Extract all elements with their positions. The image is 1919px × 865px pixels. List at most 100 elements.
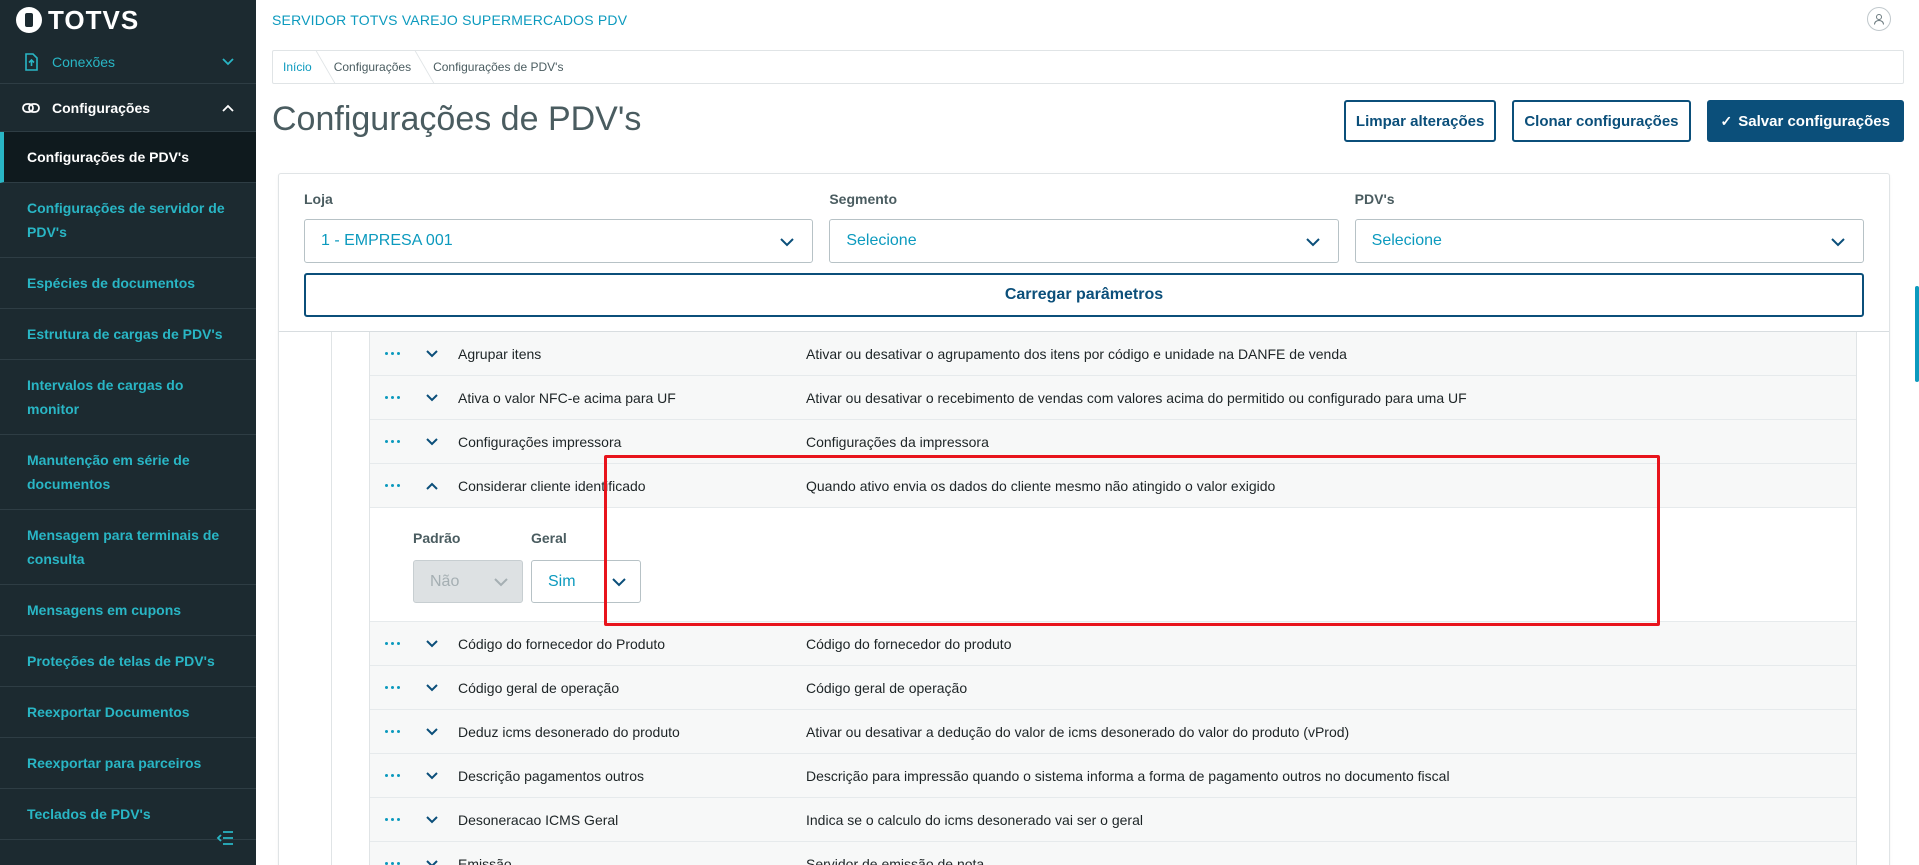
segmento-select[interactable]: Selecione: [829, 219, 1339, 263]
chevron-up-icon: [220, 100, 236, 116]
clone-config-button[interactable]: Clonar configurações: [1512, 100, 1691, 142]
collapse-menu-icon[interactable]: [216, 831, 236, 849]
chevron-down-icon[interactable]: [412, 437, 452, 447]
geral-label: Geral: [531, 530, 567, 546]
breadcrumb-inicio[interactable]: Início: [283, 60, 334, 74]
param-row[interactable]: Desoneracao ICMS Geral Indica se o calcu…: [370, 798, 1856, 842]
padrao-select-value: Não: [430, 572, 460, 590]
sidebar-item-especies-documentos[interactable]: Espécies de documentos: [0, 258, 256, 309]
menu-group-configuracoes[interactable]: Configurações: [0, 84, 256, 132]
param-description: Código geral de operação: [806, 679, 968, 696]
sidebar-item-manutencao-serie[interactable]: Manutenção em série de documentos: [0, 435, 256, 510]
param-name: Descrição pagamentos outros: [458, 767, 644, 784]
sidebar-item-reexportar-documentos[interactable]: Reexportar Documentos: [0, 687, 256, 738]
sidebar-item-estrutura-cargas[interactable]: Estrutura de cargas de PDV's: [0, 309, 256, 360]
menu-group-label: Configurações: [52, 99, 151, 116]
param-detail-panel: Padrão Não Geral Sim: [370, 508, 1856, 622]
param-description: Ativar ou desativar o recebimento de ven…: [806, 389, 1467, 406]
param-name: Código geral de operação: [458, 679, 620, 696]
save-config-button[interactable]: ✓ Salvar configurações: [1706, 100, 1904, 142]
submenu-configuracoes: Configurações de PDV's Configurações de …: [0, 132, 256, 840]
sidebar-item-mensagem-terminais[interactable]: Mensagem para terminais de consulta: [0, 510, 256, 585]
more-options-icon[interactable]: [372, 352, 412, 355]
app-title: SERVIDOR TOTVS VAREJO SUPERMERCADOS PDV: [272, 12, 628, 28]
chevron-down-icon[interactable]: [412, 727, 452, 737]
filter-segmento-label: Segmento: [829, 191, 898, 207]
param-name: Ativa o valor NFC-e acima para UF: [458, 389, 676, 406]
more-options-icon[interactable]: [372, 686, 412, 689]
param-row[interactable]: Agrupar itens Ativar ou desativar o agru…: [370, 332, 1856, 376]
more-options-icon[interactable]: [372, 484, 412, 487]
more-options-icon[interactable]: [372, 774, 412, 777]
page-actions: Limpar alterações Clonar configurações ✓…: [1343, 100, 1904, 142]
param-description: Código do fornecedor do produto: [806, 635, 1012, 652]
chevron-down-icon[interactable]: [412, 815, 452, 825]
sidebar-item-configuracoes-servidor[interactable]: Configurações de servidor de PDV's: [0, 183, 256, 258]
param-row[interactable]: Código geral de operação Código geral de…: [370, 666, 1856, 710]
chevron-down-icon[interactable]: [412, 393, 452, 403]
param-row[interactable]: Configurações impressora Configurações d…: [370, 420, 1856, 464]
pdvs-select[interactable]: Selecione: [1354, 219, 1864, 263]
segmento-select-value: Selecione: [846, 232, 917, 249]
param-description: Indica se o calculo do icms desonerado v…: [806, 811, 1143, 828]
chevron-down-icon: [610, 573, 628, 591]
param-row[interactable]: Ativa o valor NFC-e acima para UF Ativar…: [370, 376, 1856, 420]
param-description: Configurações da impressora: [806, 433, 989, 450]
filters: Loja 1 - EMPRESA 001 Segmento Selecione …: [304, 191, 1864, 263]
param-description: Servidor de emissão de nota: [806, 855, 985, 865]
sidebar: TOTVS Conexões Configurações Configuraçõ…: [0, 0, 256, 865]
sidebar-item-protecoes-telas[interactable]: Proteções de telas de PDV's: [0, 636, 256, 687]
config-card: Loja 1 - EMPRESA 001 Segmento Selecione …: [278, 173, 1890, 865]
load-params-button[interactable]: Carregar parâmetros: [304, 273, 1864, 317]
param-row[interactable]: Deduz icms desonerado do produto Ativar …: [370, 710, 1856, 754]
more-options-icon[interactable]: [372, 440, 412, 443]
filter-loja: Loja 1 - EMPRESA 001: [304, 191, 814, 263]
sidebar-item-configuracoes-pdvs[interactable]: Configurações de PDV's: [0, 132, 256, 183]
param-description: Descrição para impressão quando o sistem…: [806, 767, 1450, 784]
link-icon: [20, 97, 42, 119]
topbar: SERVIDOR TOTVS VAREJO SUPERMERCADOS PDV: [256, 0, 1919, 40]
param-row-expanded[interactable]: Considerar cliente identificado Quando a…: [370, 464, 1856, 508]
param-row[interactable]: Código do fornecedor do Produto Código d…: [370, 622, 1856, 666]
param-description: Ativar ou desativar a dedução do valor d…: [806, 723, 1350, 740]
chevron-down-icon: [1304, 233, 1322, 251]
chevron-down-icon[interactable]: [412, 639, 452, 649]
loja-select-value: 1 - EMPRESA 001: [321, 232, 453, 249]
params-list: Agrupar itens Ativar ou desativar o agru…: [369, 332, 1857, 865]
brand-name: TOTVS: [48, 4, 140, 35]
page-title: Configurações de PDV's: [272, 100, 642, 138]
param-name: Emissão: [458, 855, 512, 865]
main-content: SERVIDOR TOTVS VAREJO SUPERMERCADOS PDV …: [256, 0, 1919, 865]
chevron-down-icon[interactable]: [412, 859, 452, 865]
geral-field: Geral Sim: [531, 530, 641, 603]
more-options-icon[interactable]: [372, 396, 412, 399]
totvs-logo-icon: [16, 7, 42, 33]
totvs-logo[interactable]: TOTVS: [0, 0, 256, 40]
chevron-down-icon[interactable]: [412, 349, 452, 359]
loja-select[interactable]: 1 - EMPRESA 001: [304, 219, 814, 263]
chevron-down-icon: [778, 233, 796, 251]
param-row[interactable]: Emissão Servidor de emissão de nota: [370, 842, 1856, 865]
more-options-icon[interactable]: [372, 642, 412, 645]
sidebar-item-intervalos-cargas[interactable]: Intervalos de cargas do monitor: [0, 360, 256, 435]
chevron-down-icon[interactable]: [412, 771, 452, 781]
user-avatar-icon[interactable]: [1867, 7, 1891, 31]
chevron-down-icon[interactable]: [412, 683, 452, 693]
more-options-icon[interactable]: [372, 730, 412, 733]
sidebar-item-reexportar-parceiros[interactable]: Reexportar para parceiros: [0, 738, 256, 789]
breadcrumb-current: Configurações de PDV's: [433, 60, 564, 74]
filter-loja-label: Loja: [304, 191, 333, 207]
menu-group-label: Conexões: [52, 53, 116, 70]
params-list-wrapper: Agrupar itens Ativar ou desativar o agru…: [331, 332, 1861, 865]
sidebar-item-mensagens-cupons[interactable]: Mensagens em cupons: [0, 585, 256, 636]
breadcrumb-configuracoes[interactable]: Configurações: [334, 60, 433, 74]
menu-group-conexoes[interactable]: Conexões: [0, 40, 256, 84]
param-row[interactable]: Descrição pagamentos outros Descrição pa…: [370, 754, 1856, 798]
scrollbar-thumb[interactable]: [1915, 286, 1919, 382]
clear-changes-button[interactable]: Limpar alterações: [1343, 100, 1497, 142]
param-name: Deduz icms desonerado do produto: [458, 723, 680, 740]
more-options-icon[interactable]: [372, 818, 412, 821]
chevron-down-icon: [492, 573, 510, 591]
geral-select[interactable]: Sim: [531, 560, 641, 603]
chevron-up-icon[interactable]: [412, 481, 452, 491]
